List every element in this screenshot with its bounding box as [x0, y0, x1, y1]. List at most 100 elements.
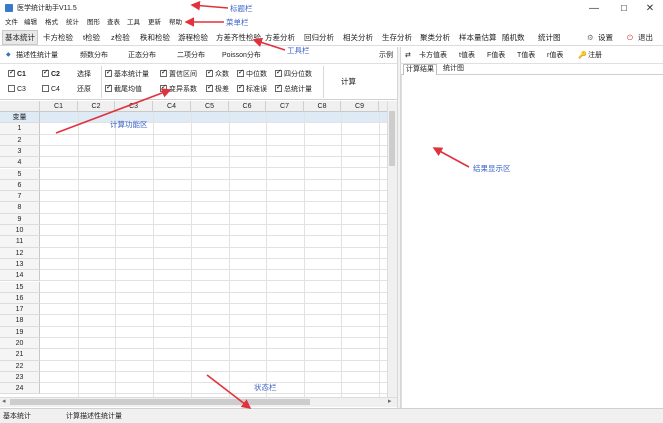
- tab-runs-test[interactable]: 游程检验: [178, 32, 208, 43]
- table-row[interactable]: [40, 327, 387, 338]
- table-row[interactable]: [40, 338, 387, 350]
- table-row[interactable]: [40, 372, 387, 384]
- gear-icon[interactable]: ⚙: [587, 32, 594, 43]
- menu-format[interactable]: 格式: [45, 18, 58, 28]
- tab-z-test[interactable]: z检验: [111, 32, 130, 43]
- data-grid[interactable]: C1 C2 C3 C4 C5 C6 C7 C8 C9 变量 1 2 3 4 5 6 7 8 9 10…: [0, 101, 387, 397]
- swap-icon[interactable]: ⇄: [405, 51, 411, 60]
- column-header[interactable]: C9: [341, 101, 379, 112]
- t-table-button[interactable]: t值表: [459, 51, 475, 60]
- tab-regression[interactable]: 回归分析: [304, 32, 334, 43]
- checkbox-coef-variation[interactable]: 变异系数: [160, 83, 197, 94]
- row-header[interactable]: 1: [0, 123, 40, 135]
- big-t-table-button[interactable]: T值表: [517, 51, 535, 60]
- table-row[interactable]: [40, 236, 387, 248]
- checkbox-range[interactable]: 极差: [206, 83, 229, 94]
- column-header[interactable]: C8: [304, 101, 341, 112]
- menu-update[interactable]: 更新: [148, 18, 161, 28]
- row-header[interactable]: 24: [0, 383, 40, 395]
- table-row[interactable]: [40, 259, 387, 271]
- row-header[interactable]: 2: [0, 134, 40, 146]
- row-header[interactable]: 12: [0, 247, 40, 259]
- horizontal-scroll-thumb[interactable]: [10, 399, 310, 405]
- close-button[interactable]: ✕: [636, 0, 663, 17]
- f-table-button[interactable]: F值表: [487, 51, 505, 60]
- row-header[interactable]: 4: [0, 157, 40, 169]
- menu-file[interactable]: 文件: [5, 18, 18, 28]
- row-header[interactable]: 18: [0, 315, 40, 327]
- row-header[interactable]: 7: [0, 191, 40, 203]
- row-header[interactable]: 5: [0, 168, 40, 180]
- exit-button[interactable]: 退出: [638, 32, 653, 43]
- table-row[interactable]: [40, 123, 387, 135]
- calculate-button[interactable]: 计算: [341, 76, 356, 87]
- subtab-poisson[interactable]: Poisson分布: [222, 51, 261, 60]
- row-header[interactable]: 14: [0, 270, 40, 282]
- select-button[interactable]: 选择: [77, 70, 91, 79]
- table-row[interactable]: [40, 270, 387, 282]
- table-row[interactable]: [40, 157, 387, 169]
- tab-chi-square-test[interactable]: 卡方检验: [43, 32, 73, 43]
- checkbox-median[interactable]: 中位数: [237, 68, 267, 79]
- menu-edit[interactable]: 编辑: [24, 18, 37, 28]
- column-header[interactable]: C5: [191, 101, 229, 112]
- row-header[interactable]: 16: [0, 292, 40, 305]
- subtab-binomial[interactable]: 二项分布: [177, 51, 205, 60]
- table-row[interactable]: [40, 361, 387, 372]
- tab-sample-size[interactable]: 样本量估算: [459, 32, 497, 43]
- table-row[interactable]: [40, 191, 387, 203]
- row-header[interactable]: 11: [0, 236, 40, 248]
- chi-square-table-button[interactable]: 卡方值表: [419, 51, 447, 60]
- variable-row-header[interactable]: 变量: [0, 112, 40, 124]
- subtab-frequency[interactable]: 频数分布: [80, 51, 108, 60]
- row-header[interactable]: 22: [0, 360, 40, 372]
- row-header[interactable]: 10: [0, 225, 40, 237]
- row-header[interactable]: 23: [0, 371, 40, 384]
- column-header[interactable]: C1: [40, 101, 78, 112]
- menu-help[interactable]: 帮助: [169, 18, 182, 28]
- checkbox-c4[interactable]: C4: [42, 85, 60, 94]
- checkbox-trimmed-mean[interactable]: 截尾均值: [105, 83, 142, 94]
- maximize-button[interactable]: ☐: [610, 0, 638, 17]
- tab-basic-statistics[interactable]: 基本统计: [2, 30, 38, 45]
- subtab-normal[interactable]: 正态分布: [128, 51, 156, 60]
- column-header[interactable]: C2: [78, 101, 115, 112]
- table-row[interactable]: [40, 202, 387, 214]
- example-link[interactable]: 示例: [379, 51, 393, 60]
- row-header[interactable]: 3: [0, 145, 40, 158]
- tab-t-test[interactable]: t检验: [83, 32, 100, 43]
- tab-stat-chart[interactable]: 统计图: [441, 64, 466, 75]
- row-header[interactable]: 19: [0, 326, 40, 338]
- table-row[interactable]: [40, 304, 387, 316]
- checkbox-basic-stats[interactable]: 基本统计量: [105, 68, 149, 79]
- row-header[interactable]: 17: [0, 304, 40, 316]
- menu-table-lookup[interactable]: 查表: [107, 18, 120, 28]
- column-header[interactable]: C7: [266, 101, 304, 112]
- menu-statistics[interactable]: 统计: [66, 18, 79, 28]
- result-display-area[interactable]: [401, 75, 663, 408]
- row-header[interactable]: 8: [0, 202, 40, 214]
- column-header[interactable]: C6: [229, 101, 266, 112]
- variable-name-row[interactable]: [40, 112, 387, 124]
- table-row[interactable]: [40, 214, 387, 225]
- checkbox-total-stats[interactable]: 总统计量: [275, 83, 312, 94]
- power-icon[interactable]: ⏻: [627, 32, 633, 43]
- key-icon[interactable]: 🔑: [578, 51, 587, 60]
- tab-calc-results[interactable]: 计算结果: [403, 64, 437, 75]
- checkbox-quartile[interactable]: 四分位数: [275, 68, 312, 79]
- row-header[interactable]: 15: [0, 281, 40, 293]
- row-header[interactable]: 6: [0, 179, 40, 192]
- table-row[interactable]: [40, 315, 387, 327]
- restore-button[interactable]: 还原: [77, 85, 91, 94]
- row-header[interactable]: 21: [0, 349, 40, 361]
- checkbox-mode[interactable]: 众数: [206, 68, 229, 79]
- settings-button[interactable]: 设置: [598, 32, 613, 43]
- table-row[interactable]: [40, 248, 387, 259]
- subtab-descriptive[interactable]: 描述性统计量: [16, 51, 58, 60]
- checkbox-confidence-interval[interactable]: 置信区间: [160, 68, 197, 79]
- column-header[interactable]: C4: [153, 101, 191, 112]
- tab-random-number[interactable]: 随机数: [502, 32, 525, 43]
- tab-rank-sum-test[interactable]: 秩和检验: [140, 32, 170, 43]
- scroll-right-arrow-icon[interactable]: ▸: [388, 397, 392, 407]
- register-button[interactable]: 注册: [588, 51, 602, 60]
